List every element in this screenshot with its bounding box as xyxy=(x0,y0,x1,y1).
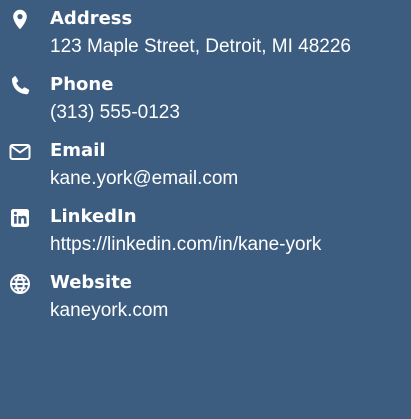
linkedin-label: LinkedIn xyxy=(50,206,137,227)
map-marker-icon xyxy=(8,8,32,32)
phone-label: Phone xyxy=(50,74,114,95)
email-link[interactable]: kane.york@email.com xyxy=(50,165,408,192)
address-label: Address xyxy=(50,8,133,29)
contact-item-email: Email kane.york@email.com xyxy=(8,140,408,192)
contact-item-address: Address 123 Maple Street, Detroit, MI 48… xyxy=(8,8,408,60)
email-label: Email xyxy=(50,140,106,161)
contact-item-website: Website kaneyork.com xyxy=(8,272,408,324)
linkedin-icon xyxy=(8,206,32,230)
globe-icon xyxy=(8,272,32,296)
website-label: Website xyxy=(50,272,133,293)
contact-list: Address 123 Maple Street, Detroit, MI 48… xyxy=(0,0,411,419)
contact-item-linkedin: LinkedIn https://linkedin.com/in/kane-yo… xyxy=(8,206,408,258)
website-link[interactable]: kaneyork.com xyxy=(50,297,408,324)
phone-icon xyxy=(8,74,32,98)
contact-item-phone: Phone (313) 555-0123 xyxy=(8,74,408,126)
envelope-icon xyxy=(8,140,32,164)
phone-value: (313) 555-0123 xyxy=(50,102,180,123)
linkedin-link[interactable]: https://linkedin.com/in/kane-york xyxy=(50,231,408,258)
address-value: 123 Maple Street, Detroit, MI 48226 xyxy=(50,36,351,57)
